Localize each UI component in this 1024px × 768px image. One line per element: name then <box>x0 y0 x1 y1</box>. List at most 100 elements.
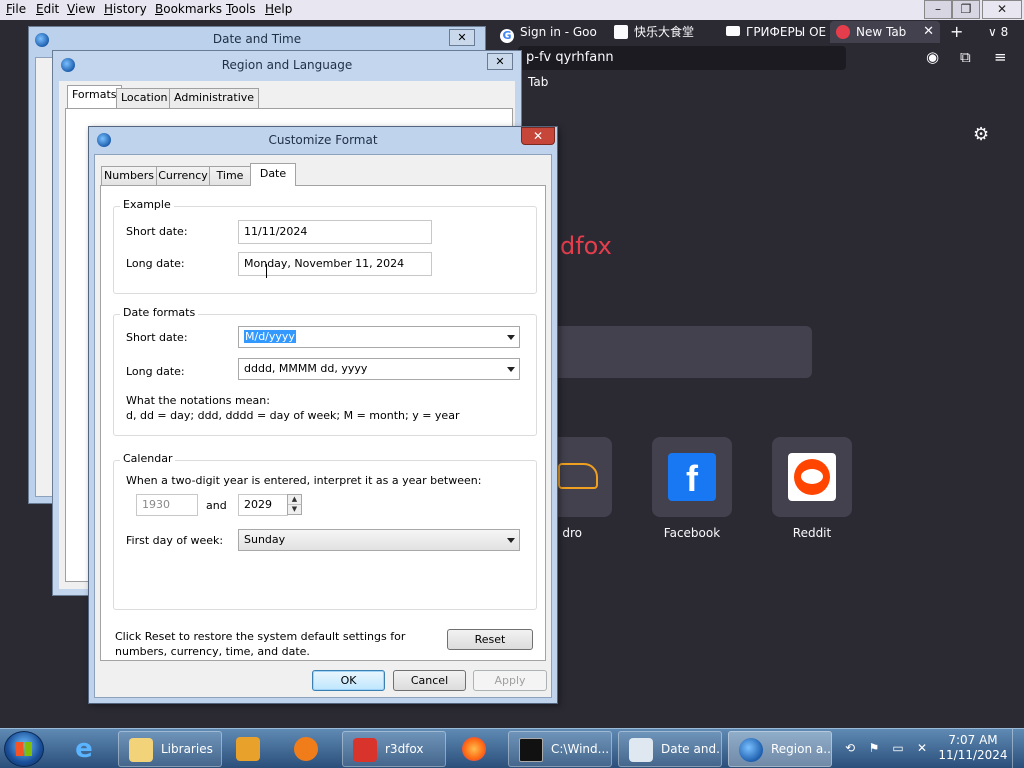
command-prompt-icon <box>519 738 543 762</box>
menu-history[interactable]: History <box>104 2 147 16</box>
taskbar-clock[interactable]: 7:07 AM 11/11/2024 <box>934 733 1012 763</box>
cancel-button[interactable]: Cancel <box>393 670 466 691</box>
tray-monitor-icon[interactable]: ▭ <box>890 741 906 757</box>
first-day-of-week-combo[interactable]: Sunday <box>238 529 520 551</box>
notations-text: d, dd = day; ddd, dddd = day of week; M … <box>126 409 460 422</box>
shoe-icon <box>558 463 598 489</box>
clock-time: 7:07 AM <box>948 733 998 747</box>
long-date-format-label: Long date: <box>126 365 185 378</box>
bookmark-item[interactable]: Tab <box>528 75 548 89</box>
first-day-value[interactable]: Sunday <box>244 533 285 546</box>
tray-app-icon[interactable]: ⚑ <box>866 741 882 757</box>
reset-button[interactable]: Reset <box>447 629 533 650</box>
shortcut-tile-facebook[interactable]: f <box>652 437 732 517</box>
maximize-button[interactable]: ❐ <box>952 0 980 19</box>
year-to-spinner[interactable]: ▲ ▼ <box>287 494 302 515</box>
customize-format-dialog: Customize Format ✕ Numbers Currency Time… <box>88 126 558 704</box>
show-desktop-button[interactable] <box>1012 729 1024 768</box>
tab-location[interactable]: Location <box>116 88 173 109</box>
tab-numbers[interactable]: Numbers <box>101 166 157 185</box>
window-title: Region and Language <box>221 58 353 72</box>
google-icon: G <box>500 29 514 43</box>
taskbar-cmd[interactable]: C:\Wind... <box>508 731 612 767</box>
example-group: Example Short date: 11/11/2024 Long date… <box>113 198 537 294</box>
taskbar-libraries[interactable]: Libraries <box>118 731 222 767</box>
calendar-group: Calendar When a two-digit year is entere… <box>113 452 537 610</box>
spin-up-icon[interactable]: ▲ <box>288 495 301 505</box>
menu-tools[interactable]: Tools <box>226 2 256 16</box>
tab-list-button[interactable]: ∨ 8 <box>988 21 1008 43</box>
url-bar[interactable]: p-fv qyrhfann <box>518 46 846 70</box>
hamburger-menu-icon[interactable]: ≡ <box>994 48 1007 66</box>
menu-help[interactable]: Help <box>265 2 292 16</box>
dropdown-arrow-icon[interactable] <box>507 538 515 543</box>
short-date-format-combo[interactable]: M/d/yyyy <box>238 326 520 348</box>
tray-network-icon[interactable]: ⟲ <box>842 741 858 757</box>
group-title: Calendar <box>120 452 176 465</box>
dropdown-arrow-icon[interactable] <box>507 367 515 372</box>
date-tab-panel: Example Short date: 11/11/2024 Long date… <box>100 185 546 661</box>
gear-icon[interactable]: ⚙ <box>973 124 989 145</box>
uc-browser-pin[interactable] <box>284 731 336 767</box>
group-title: Date formats <box>120 306 199 319</box>
apply-button[interactable]: Apply <box>473 670 547 691</box>
menu-view[interactable]: View <box>67 2 95 16</box>
media-player-icon <box>236 737 260 761</box>
year-from-field: 1930 <box>136 494 198 516</box>
dropdown-arrow-icon[interactable] <box>507 335 515 340</box>
dialog-title: Customize Format <box>268 133 378 147</box>
long-date-label: Long date: <box>126 257 185 270</box>
short-date-format-label: Short date: <box>126 331 188 344</box>
ibeam-cursor-icon <box>266 264 268 278</box>
shortcut-tile-reddit[interactable] <box>772 437 852 517</box>
close-button[interactable]: ✕ <box>521 127 555 145</box>
facebook-icon: f <box>668 453 716 501</box>
two-digit-year-text: When a two-digit year is entered, interp… <box>126 474 482 487</box>
r3dfox-icon <box>353 738 377 762</box>
tab-google-signin[interactable]: G Sign in - Goo <box>500 21 606 43</box>
first-day-label: First day of week: <box>126 534 224 547</box>
firefox-pin[interactable] <box>452 731 504 767</box>
short-date-label: Short date: <box>126 225 188 238</box>
taskbar-r3dfox[interactable]: r3dfox <box>342 731 446 767</box>
close-window-button[interactable]: ✕ <box>982 0 1022 19</box>
newtab-search-box[interactable] <box>552 326 812 378</box>
long-date-format-combo[interactable]: dddd, MMMM dd, yyyy <box>238 358 520 380</box>
short-date-format-value[interactable]: M/d/yyyy <box>244 330 296 343</box>
account-icon[interactable]: ◉ <box>926 48 939 66</box>
tab-time[interactable]: Time <box>209 166 251 185</box>
menu-edit[interactable]: Edit <box>36 2 59 16</box>
reset-help-line-2: numbers, currency, time, and date. <box>115 645 310 658</box>
media-player-pin[interactable] <box>226 731 278 767</box>
tray-volume-muted-icon[interactable]: ✕ <box>914 741 930 757</box>
taskbar: e Libraries r3dfox C:\Wind... Date and..… <box>0 728 1024 768</box>
close-icon[interactable]: ✕ <box>449 29 475 46</box>
close-tab-icon[interactable]: ✕ <box>923 21 934 43</box>
ie-pin[interactable]: e <box>62 731 114 767</box>
shortcut-label-facebook: Facebook <box>663 526 721 540</box>
tab-formats[interactable]: Formats <box>67 85 122 109</box>
long-date-format-value[interactable]: dddd, MMMM dd, yyyy <box>244 362 367 375</box>
r3dfox-icon <box>836 25 850 39</box>
tab-date[interactable]: Date <box>250 163 296 186</box>
extensions-icon[interactable]: ⧉ <box>960 48 971 66</box>
menu-file[interactable]: File <box>6 2 26 16</box>
menu-bookmarks[interactable]: Bookmarks <box>155 2 222 16</box>
site-icon <box>614 25 628 39</box>
tab-currency[interactable]: Currency <box>156 166 210 185</box>
minimize-button[interactable]: – <box>924 0 952 19</box>
tab-youtube[interactable]: ГРИФЕРЫ ОЕ <box>726 21 826 43</box>
tab-chinese-site[interactable]: 快乐大食堂 <box>614 21 714 43</box>
tab-administrative[interactable]: Administrative <box>169 88 260 109</box>
taskbar-date-and-time[interactable]: Date and... <box>618 731 722 767</box>
taskbar-region-and-language[interactable]: Region a... <box>728 731 832 767</box>
reset-help-line-1: Click Reset to restore the system defaul… <box>115 630 406 643</box>
year-to-field[interactable]: 2029 <box>238 494 288 516</box>
ok-button[interactable]: OK <box>312 670 385 691</box>
tab-new-tab[interactable]: New Tab ✕ <box>830 21 940 43</box>
new-tab-plus-icon[interactable]: + <box>950 21 963 43</box>
spin-down-icon[interactable]: ▼ <box>288 505 301 515</box>
shortcut-label-reddit: Reddit <box>792 526 832 540</box>
close-icon[interactable]: ✕ <box>487 53 513 70</box>
start-button[interactable] <box>4 731 44 767</box>
